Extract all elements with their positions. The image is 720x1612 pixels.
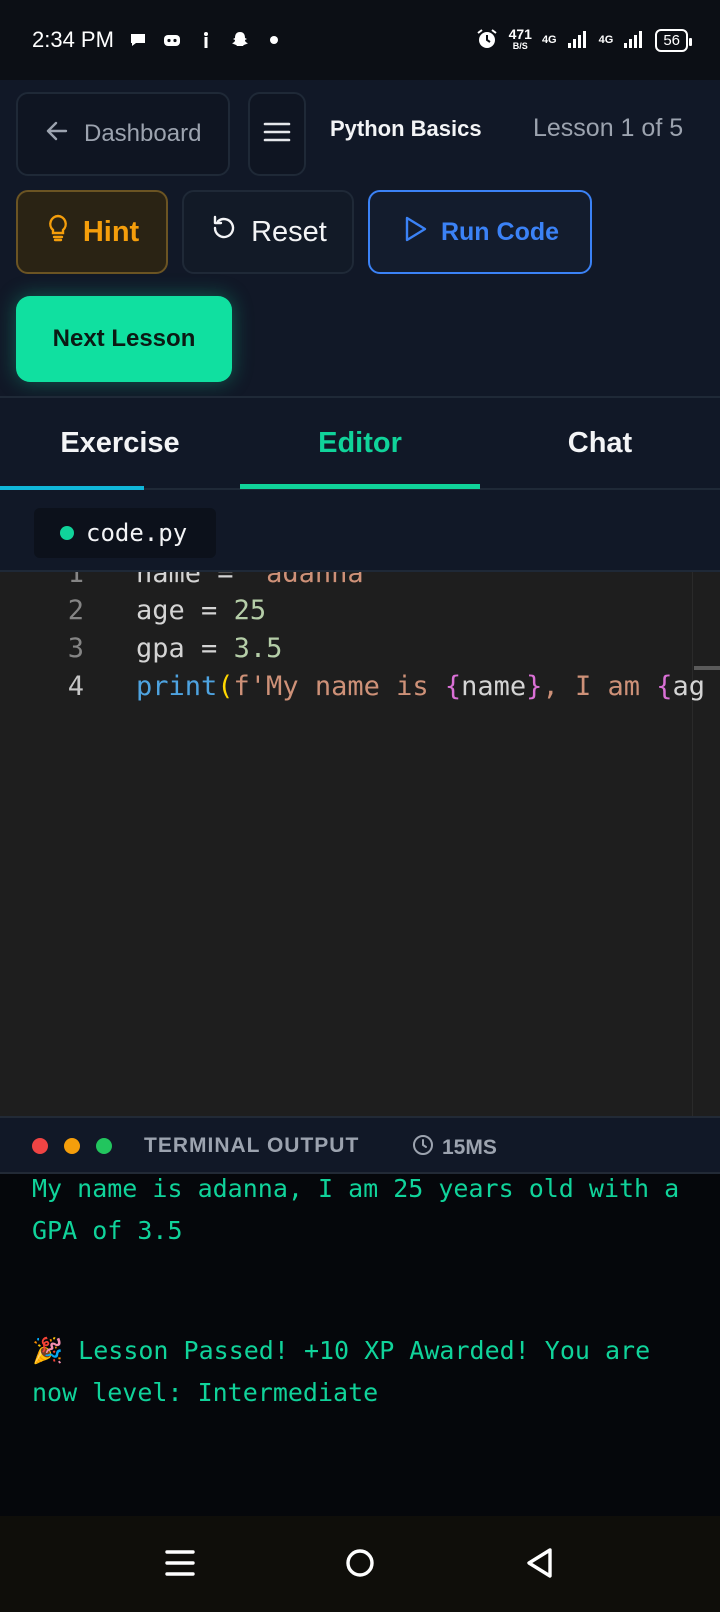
- tab-exercise[interactable]: Exercise: [0, 398, 240, 488]
- line-number: 3: [67, 633, 84, 664]
- terminal-line: My name is adanna, I am 25 years old wit…: [32, 1174, 680, 1245]
- menu-button[interactable]: [248, 92, 306, 176]
- code-token: "adanna": [249, 572, 380, 589]
- code-token: 3.5: [233, 633, 283, 664]
- code-token: name: [461, 671, 527, 702]
- code-token: print: [136, 671, 218, 702]
- code-text: gpa = 3.5: [136, 633, 282, 664]
- action-row: Hint Reset Run Code: [16, 190, 592, 274]
- arrow-left-icon: [44, 118, 70, 151]
- dot-icon: [264, 30, 284, 50]
- course-title: Python Basics: [330, 116, 482, 141]
- sim2-label: 4G: [598, 34, 614, 46]
- discord-icon: [162, 30, 182, 50]
- run-code-label: Run Code: [440, 217, 560, 246]
- run-code-button[interactable]: Run Code: [368, 190, 592, 274]
- code-editor[interactable]: 1 name = "adanna" 2 age = 25 3 gpa = 3.5…: [0, 572, 720, 1116]
- reset-icon: [209, 213, 239, 251]
- code-text: name = "adanna": [136, 572, 380, 589]
- code-text: age = 25: [136, 595, 266, 626]
- code-token: ag: [672, 671, 706, 702]
- info-icon: [196, 30, 216, 50]
- code-token: =: [184, 595, 234, 626]
- code-token: {: [444, 671, 462, 702]
- recent-apps-icon[interactable]: [164, 1546, 196, 1585]
- code-token: =: [201, 572, 250, 589]
- battery-icon: 56: [655, 28, 692, 52]
- code-token: =: [184, 633, 234, 664]
- file-status-dot: [60, 526, 74, 540]
- terminal-line: 🎉 Lesson Passed! +10 XP Awarded! You are…: [32, 1336, 651, 1407]
- code-token: name: [136, 572, 202, 589]
- line-number: 1: [67, 572, 84, 589]
- back-icon[interactable]: [524, 1546, 556, 1585]
- window-close-dot: [32, 1138, 48, 1154]
- next-lesson-button[interactable]: Next Lesson: [16, 296, 232, 382]
- sim1-label: 4G: [541, 34, 557, 46]
- code-token: f'My name is: [233, 671, 445, 702]
- code-token: {: [656, 671, 673, 702]
- reset-button[interactable]: Reset: [182, 190, 354, 274]
- window-minimize-dot: [64, 1138, 80, 1154]
- hamburger-icon: [263, 120, 291, 149]
- file-tab[interactable]: code.py: [34, 508, 216, 558]
- system-nav-bar: [0, 1516, 720, 1612]
- execution-time: 15MS: [412, 1134, 497, 1162]
- code-token: age: [136, 595, 185, 626]
- dashboard-back-button[interactable]: Dashboard: [16, 92, 230, 176]
- code-text: print(f'My name is {name}, I am {ag: [136, 671, 705, 702]
- snapchat-icon: [230, 30, 250, 50]
- alarm-icon: [475, 27, 499, 54]
- hint-button[interactable]: Hint: [16, 190, 168, 274]
- net-speed-unit: B/S: [512, 41, 528, 51]
- active-tab-indicator: [240, 484, 480, 489]
- editor-scrollbar[interactable]: [694, 666, 720, 670]
- play-icon: [401, 214, 429, 251]
- code-token: , I am: [542, 671, 657, 702]
- reset-label: Reset: [251, 215, 327, 248]
- editor-ruler: [692, 572, 693, 1116]
- line-number: 2: [67, 595, 84, 626]
- net-speed-value: 471: [508, 26, 532, 42]
- home-icon[interactable]: [344, 1546, 376, 1585]
- chat-bubble-icon: [128, 30, 148, 50]
- code-token: gpa: [136, 633, 185, 664]
- terminal-header: TERMINAL OUTPUT 15MS: [0, 1116, 720, 1174]
- lightbulb-icon: [45, 213, 71, 251]
- code-token: 25: [233, 595, 267, 626]
- file-name: code.py: [86, 519, 188, 547]
- dashboard-label: Dashboard: [84, 120, 202, 147]
- terminal-output: My name is adanna, I am 25 years old wit…: [0, 1174, 720, 1516]
- file-tab-bar: code.py: [0, 490, 720, 572]
- tab-chat[interactable]: Chat: [480, 398, 720, 488]
- hint-label: Hint: [82, 215, 140, 248]
- clock: 2:34 PM: [32, 27, 114, 52]
- line-number: 4: [67, 671, 84, 702]
- window-maximize-dot: [96, 1138, 112, 1154]
- signal-icon: [567, 29, 589, 52]
- status-bar: 2:34 PM 471 B/S 4G 4G 56: [0, 0, 720, 80]
- signal-icon: [623, 29, 645, 52]
- net-speed: 471 B/S: [508, 26, 532, 52]
- execution-time-value: 15MS: [442, 1136, 497, 1159]
- terminal-title: TERMINAL OUTPUT: [144, 1134, 360, 1157]
- tab-editor[interactable]: Editor: [240, 398, 480, 488]
- lesson-counter: Lesson 1 of 5: [533, 114, 684, 142]
- view-tabs: Exercise Editor Chat: [0, 396, 720, 490]
- code-token: }: [526, 671, 543, 702]
- code-token: (: [217, 671, 234, 702]
- clock-icon: [412, 1134, 434, 1162]
- lesson-header: Dashboard Python Basics Lesson 1 of 5 Hi…: [0, 80, 720, 396]
